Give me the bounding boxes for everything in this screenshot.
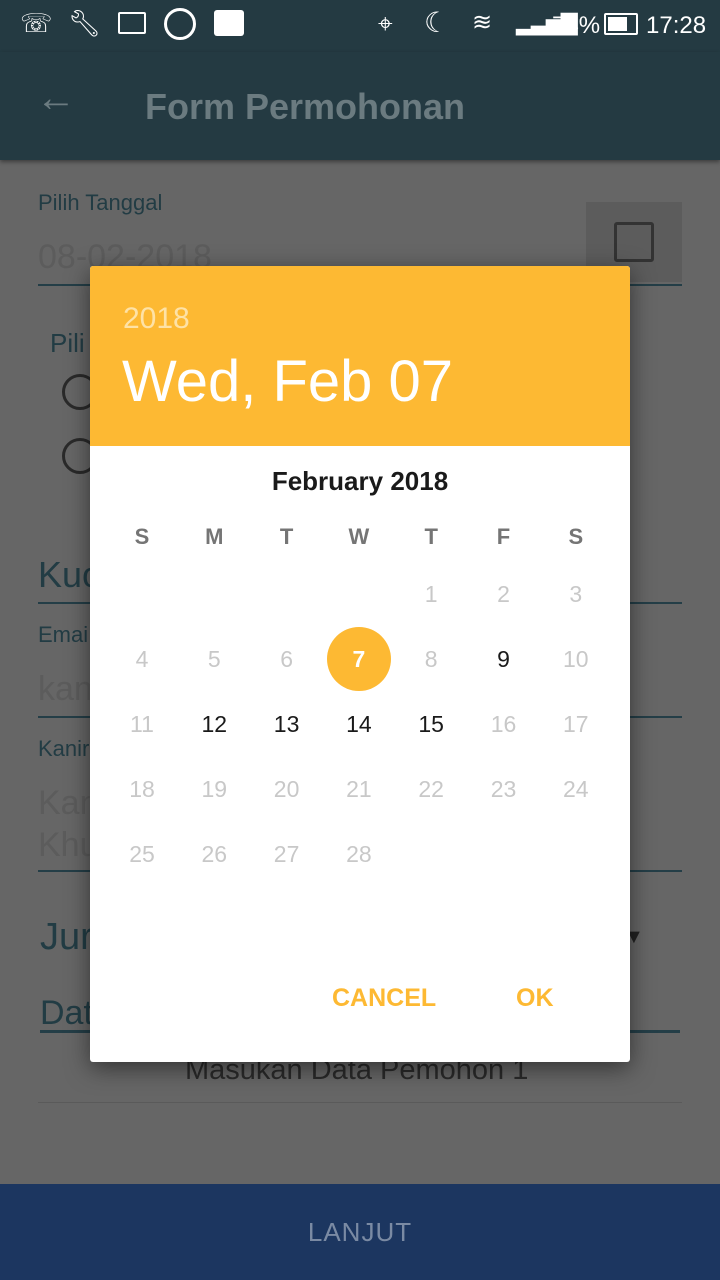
calendar-day[interactable]: 15 (399, 692, 463, 756)
calendar-day: 16 (490, 710, 517, 737)
calendar-day: 25 (129, 840, 155, 867)
date-picker-dialog: 2018 Wed, Feb 07 February 2018 SMTWTFS12… (90, 266, 630, 1062)
jumlah-label: Jur (40, 916, 93, 958)
weekday-header: S (134, 524, 150, 549)
calendar-day[interactable]: 14 (327, 692, 391, 756)
calendar-day: 1 (424, 580, 438, 607)
wrench-icon: 🔧︎ (68, 8, 102, 38)
calendar-day: 21 (346, 775, 372, 802)
back-arrow-icon[interactable]: ← (36, 76, 76, 121)
battery-icon (604, 13, 638, 35)
weekday-header: M (205, 524, 224, 549)
cancel-button[interactable]: CANCEL (332, 984, 436, 1013)
calendar-day: 4 (135, 645, 149, 672)
calendar-day: 22 (418, 775, 444, 802)
missed-call-icon: ☏ (20, 8, 53, 38)
calendar-day: 11 (130, 710, 154, 737)
weekday-header: T (424, 524, 438, 549)
calendar-day: 18 (129, 775, 155, 802)
pilih-label: Pili (50, 328, 85, 358)
calendar-person-icon (614, 222, 654, 262)
calendar-day: 8 (424, 645, 438, 672)
app-bar: ← Form Permohonan (0, 52, 720, 160)
calendar-day[interactable]: 9 (472, 627, 536, 691)
data-label: Dat (40, 994, 93, 1032)
calendar-day: 6 (280, 645, 293, 672)
calendar-day-selected[interactable]: 7 (326, 627, 391, 691)
month-title: February 2018 (271, 466, 449, 496)
calendar-day[interactable]: 12 (182, 692, 246, 756)
image-icon (118, 12, 146, 34)
ok-button[interactable]: OK (516, 984, 554, 1013)
calendar-day[interactable]: 13 (255, 692, 319, 756)
calendar-day: 20 (273, 775, 300, 802)
calendar-day: 27 (273, 840, 300, 867)
kanim-label: Kanir (38, 736, 90, 761)
weekday-header: T (279, 524, 294, 549)
page-title: Form Permohonan (145, 86, 466, 127)
weekday-header: F (496, 524, 511, 549)
clock: 17:28 (646, 12, 707, 39)
calendar-day: 3 (569, 580, 583, 607)
weekday-header: S (568, 524, 584, 549)
selected-date[interactable]: Wed, Feb 07 (122, 348, 453, 415)
location-icon: ⌖ (378, 8, 393, 38)
calendar-day: 26 (201, 840, 228, 867)
gmail-icon (214, 10, 244, 36)
calendar-day: 23 (490, 775, 517, 802)
calendar-day: 19 (201, 775, 228, 802)
calendar-day: 5 (207, 645, 221, 672)
year-selector[interactable]: 2018 (123, 302, 190, 336)
date-label: Pilih Tanggal (38, 190, 163, 215)
email-label: Emai (38, 622, 89, 647)
whatsapp-icon (164, 8, 196, 40)
calendar-day: 24 (563, 775, 589, 802)
calendar-day: 10 (563, 645, 589, 672)
email-field[interactable]: kan (38, 670, 93, 709)
wifi-icon: ≋ (472, 9, 493, 36)
weekday-header: W (348, 524, 370, 549)
status-bar: ☏ 🔧︎ ⌖ ☾ ≋ ▂▃▅▇ 74% 17:28 (0, 0, 720, 52)
moon-alarm-icon: ☾ (424, 7, 450, 38)
battery-percent: 74% (552, 12, 601, 39)
date-picker-header: 2018 Wed, Feb 07 (90, 266, 630, 446)
calendar-day: 2 (497, 580, 510, 607)
calendar-day: 28 (346, 840, 372, 867)
calendar-day: 17 (563, 710, 589, 737)
next-button[interactable]: LANJUT (0, 1184, 720, 1280)
